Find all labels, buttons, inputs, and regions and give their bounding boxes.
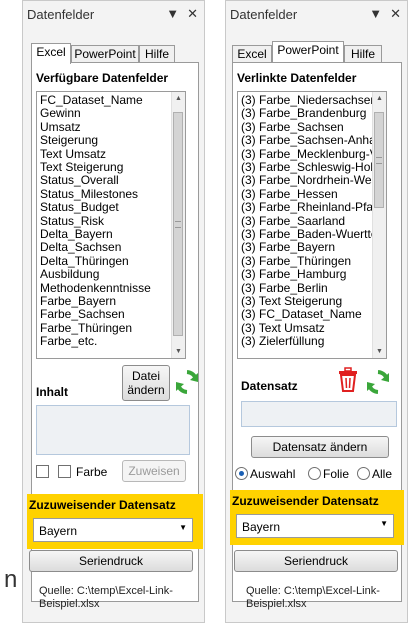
list-item[interactable]: Status_Milestones: [40, 188, 138, 200]
list-item[interactable]: (3) Farbe_Berlin: [241, 282, 328, 294]
list-item[interactable]: (3) Farbe_Nordrhein-West: [241, 174, 381, 186]
list-scrollbar[interactable]: ▲ ▼: [171, 92, 185, 358]
datensatz-textbox[interactable]: [241, 401, 397, 427]
list-item[interactable]: Text Steigerung: [40, 161, 123, 173]
tab-powerpoint[interactable]: PowerPoint: [272, 41, 344, 62]
list-item[interactable]: Umsatz: [40, 121, 81, 133]
list-item[interactable]: (3) Farbe_Brandenburg: [241, 107, 366, 119]
farbe-checkbox[interactable]: [58, 465, 71, 478]
list-item[interactable]: Farbe_Sachsen: [40, 308, 125, 320]
close-icon[interactable]: ✕: [390, 6, 401, 21]
available-fields-list[interactable]: FC_Dataset_Name Gewinn Umsatz Steigerung Tex…: [36, 91, 186, 359]
list-item[interactable]: (3) Farbe_Schleswig-Holst: [241, 161, 382, 173]
list-item[interactable]: (3) Farbe_Niedersachsen: [241, 94, 377, 106]
dropdown-arrow-icon[interactable]: ▼: [369, 6, 382, 21]
left-task-pane: Datenfelder ▼ ✕ Excel PowerPoint Hilfe Ve…: [22, 0, 205, 623]
tab-excel[interactable]: Excel: [31, 43, 71, 64]
list-item[interactable]: Gewinn: [40, 107, 81, 119]
list-item[interactable]: Status_Risk: [40, 215, 104, 227]
tab-hilfe[interactable]: Hilfe: [344, 45, 382, 63]
chevron-down-icon: ▼: [380, 519, 388, 528]
list-item[interactable]: (3) Farbe_Mecklenburg-Vo: [241, 148, 384, 160]
datensatz-label: Datensatz: [241, 379, 298, 393]
dropdown-arrow-icon[interactable]: ▼: [166, 6, 179, 21]
list-scrollbar[interactable]: ▲ ▼: [372, 92, 386, 358]
list-item[interactable]: (3) Farbe_Saarland: [241, 215, 345, 227]
assign-title: Zuzuweisender Datensatz: [232, 494, 379, 508]
list-item[interactable]: Delta_Thüringen: [40, 255, 129, 267]
radio-alle[interactable]: [357, 467, 370, 480]
assign-section: Zuzuweisender Datensatz Bayern ▼: [27, 494, 203, 549]
datensatz-aendern-button[interactable]: Datensatz ändern: [251, 436, 389, 458]
radio-folie[interactable]: [308, 467, 321, 480]
list-item[interactable]: (3) Farbe_Thüringen: [241, 255, 351, 267]
list-item[interactable]: (3) Farbe_Baden-Wuertter: [241, 228, 382, 240]
scroll-up-icon[interactable]: ▲: [373, 92, 386, 105]
scroll-thumb[interactable]: [374, 112, 384, 208]
list-item[interactable]: Methodenkenntnisse: [40, 282, 151, 294]
assign-title: Zuzuweisender Datensatz: [29, 498, 176, 512]
list-item[interactable]: Status_Budget: [40, 201, 119, 213]
zuweisen-button[interactable]: Zuweisen: [122, 460, 186, 482]
datei-aendern-button[interactable]: Datei ändern: [122, 365, 170, 401]
list-item[interactable]: (3) Text Steigerung: [241, 295, 342, 307]
refresh-icon[interactable]: [174, 369, 200, 395]
list-item[interactable]: Farbe_etc.: [40, 335, 97, 347]
radio-auswahl[interactable]: [235, 467, 248, 480]
list-item[interactable]: (3) FC_Dataset_Name: [241, 308, 362, 320]
source-path: Quelle: C:\temp\Excel-Link- Beispiel.xls…: [39, 585, 173, 610]
list-item[interactable]: Text Umsatz: [40, 148, 106, 160]
seriendruck-button[interactable]: Seriendruck: [29, 550, 193, 572]
assign-section: Zuzuweisender Datensatz Bayern ▼: [230, 490, 404, 545]
list-item[interactable]: Delta_Sachsen: [40, 241, 121, 253]
list-item[interactable]: Steigerung: [40, 134, 98, 146]
list-item[interactable]: (3) Farbe_Bayern: [241, 241, 335, 253]
right-task-pane: Datenfelder ▼ ✕ Excel PowerPoint Hilfe Ve…: [225, 0, 408, 623]
trash-icon[interactable]: [337, 367, 359, 393]
list-item[interactable]: Ausbildung: [40, 268, 99, 280]
list-item[interactable]: (3) Farbe_Hessen: [241, 188, 338, 200]
dataset-select[interactable]: Bayern ▼: [33, 518, 193, 542]
inhalt-textbox[interactable]: [36, 405, 190, 455]
inhalt-label: Inhalt: [36, 385, 68, 399]
list-item[interactable]: (3) Farbe_Sachsen-Anhalt: [241, 134, 382, 146]
list-item[interactable]: (3) Farbe_Rheinland-Pfalz: [241, 201, 382, 213]
stray-character: n: [4, 566, 18, 593]
scroll-down-icon[interactable]: ▼: [172, 345, 185, 358]
refresh-icon[interactable]: [365, 369, 391, 395]
seriendruck-button[interactable]: Seriendruck: [234, 550, 398, 572]
radio-alle-label: Alle: [372, 467, 393, 481]
list-item[interactable]: Status_Overall: [40, 174, 119, 186]
farbe-label: Farbe: [76, 465, 108, 479]
list-item[interactable]: Delta_Bayern: [40, 228, 113, 240]
list-heading: Verfügbare Datenfelder: [36, 71, 169, 85]
scroll-down-icon[interactable]: ▼: [373, 345, 386, 358]
pane-title: Datenfelder: [230, 7, 298, 22]
list-item[interactable]: (3) Farbe_Sachsen: [241, 121, 344, 133]
tab-excel[interactable]: Excel: [232, 45, 272, 63]
list-item[interactable]: Farbe_Bayern: [40, 295, 116, 307]
scroll-up-icon[interactable]: ▲: [172, 92, 185, 105]
list-heading: Verlinkte Datenfelder: [237, 71, 357, 85]
left-pane-titlebar: Datenfelder ▼ ✕: [23, 1, 204, 27]
chevron-down-icon: ▼: [179, 523, 187, 532]
list-item[interactable]: (3) Farbe_Hamburg: [241, 268, 346, 280]
tab-hilfe[interactable]: Hilfe: [139, 45, 175, 63]
list-item[interactable]: FC_Dataset_Name: [40, 94, 143, 106]
list-item[interactable]: (3) Text Umsatz: [241, 322, 325, 334]
scroll-thumb[interactable]: [173, 112, 183, 336]
source-path: Quelle: C:\temp\Excel-Link- Beispiel.xls…: [246, 585, 380, 610]
pane-title: Datenfelder: [27, 7, 95, 22]
radio-auswahl-label: Auswahl: [250, 467, 296, 481]
list-item[interactable]: Farbe_Thüringen: [40, 322, 132, 334]
radio-folie-label: Folie: [323, 467, 350, 481]
tab-powerpoint[interactable]: PowerPoint: [71, 45, 139, 63]
list-item[interactable]: (3) Zielerfüllung: [241, 335, 324, 347]
content-checkbox[interactable]: [36, 465, 49, 478]
close-icon[interactable]: ✕: [187, 6, 198, 21]
linked-fields-list[interactable]: (3) Farbe_Niedersachsen (3) Farbe_Branden…: [237, 91, 387, 359]
right-pane-titlebar: Datenfelder ▼ ✕: [226, 1, 407, 27]
dataset-select[interactable]: Bayern ▼: [236, 514, 394, 538]
